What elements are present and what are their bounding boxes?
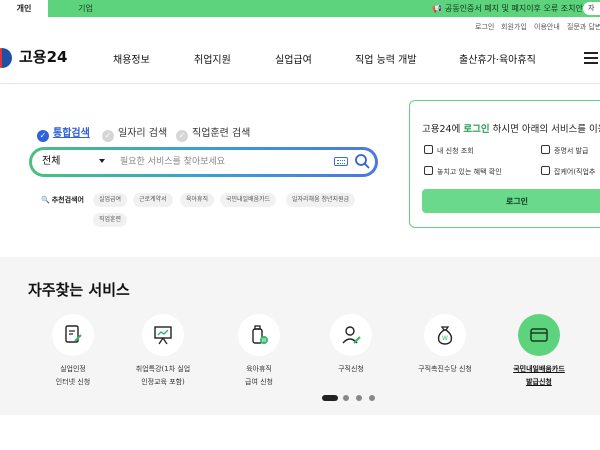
keyword-chip[interactable]: 국민내일배움카드 <box>220 193 277 207</box>
baby-bottle-icon[interactable]: W <box>238 314 280 356</box>
login-button[interactable]: 로그인 <box>422 189 600 213</box>
tab-label: 직업훈련 검색 <box>192 128 251 139</box>
recommended-label-text: 추천검색어 <box>51 196 84 204</box>
service-label-line: 취업특강(1차 실업 <box>135 365 191 373</box>
service-job-seeking-allowance[interactable]: 구직촉진수당 신청 <box>405 363 485 376</box>
nav-recruit[interactable]: 채용정보 <box>113 51 150 66</box>
keyword-chip[interactable]: 직업훈련 <box>93 213 128 227</box>
service-unemployment-recognition[interactable]: 실업인정 인터넷 신청 <box>33 363 113 389</box>
notice-text: 공동인증서 폐지 및 폐지이후 오류 조치안내 <box>444 4 591 13</box>
search-scope-select[interactable]: 전체 <box>42 150 60 174</box>
keyword-chip[interactable]: 일자리채움 청년지원금 <box>286 193 356 207</box>
service-label-line: 구직신청 <box>338 365 364 373</box>
caret-down-icon[interactable] <box>99 159 105 163</box>
service-employment-lecture[interactable]: 취업특강(1차 실업 인정교육 포함) <box>123 363 203 389</box>
service-label-line: 육아휴직 <box>246 365 272 373</box>
tab-personal[interactable]: 개인 <box>0 0 48 17</box>
nav-employment-support[interactable]: 취업지원 <box>194 51 231 66</box>
service-naeil-card[interactable]: 국민내일배움카드 발급신청 <box>499 363 579 389</box>
benefit-icon <box>424 166 433 175</box>
jobcare-icon <box>541 166 550 175</box>
taegeuk-logo-icon[interactable] <box>0 48 12 68</box>
card-icon[interactable] <box>518 314 560 356</box>
nav-parental-leave[interactable]: 출산휴가·육아휴직 <box>459 51 536 66</box>
link-label: 놓치고 있는 혜택 확인 <box>437 168 502 176</box>
carousel-dot[interactable] <box>322 395 338 401</box>
util-guide-link[interactable]: 이용안내 <box>534 22 560 32</box>
search-bar: 전체 <box>29 147 378 177</box>
tab-label: 통합검색 <box>53 128 90 139</box>
audience-bar: 개인 기업 📢 공동인증서 폐지 및 폐지이후 오류 조치안내 자 <box>0 0 600 17</box>
tab-training-search[interactable]: ✓ 직업훈련 검색 <box>176 124 250 142</box>
magnifier-icon: 🔍 <box>41 196 50 204</box>
keyword-chip[interactable]: 육아휴직 <box>180 193 215 207</box>
megaphone-icon: 📢 <box>432 4 442 13</box>
service-label-line: 실업인정 <box>60 365 86 373</box>
service-parental-leave-benefit[interactable]: 육아휴직 급여 신청 <box>219 363 299 389</box>
tab-company[interactable]: 기업 <box>48 0 123 17</box>
util-login-link[interactable]: 로그인 <box>475 22 494 32</box>
notice-more-button[interactable]: 자 <box>583 2 600 15</box>
svg-text:W: W <box>442 335 448 342</box>
search-icon[interactable] <box>354 153 370 169</box>
keyword-chip[interactable]: 실업급여 <box>93 193 128 207</box>
carousel-dot[interactable] <box>356 395 362 401</box>
notice-banner[interactable]: 📢 공동인증서 폐지 및 폐지이후 오류 조치안내 <box>432 0 590 17</box>
login-message-prefix: 고용24에 <box>422 124 464 135</box>
login-message-suffix: 하시면 아래의 서비스를 이용 <box>489 124 600 135</box>
jobcare-link[interactable]: 잡케어(직업추 <box>541 166 595 177</box>
check-circle-icon: ✓ <box>176 130 188 142</box>
carousel-dot[interactable] <box>343 395 349 401</box>
missed-benefits-link[interactable]: 놓치고 있는 혜택 확인 <box>424 166 502 177</box>
nav-unemployment-benefit[interactable]: 실업급여 <box>275 51 312 66</box>
service-label-line: 인정교육 포함) <box>141 378 185 386</box>
money-bag-icon[interactable]: W <box>424 314 466 356</box>
service-label-line: 급여 신청 <box>245 378 273 386</box>
hamburger-menu-icon[interactable] <box>584 52 598 64</box>
link-label: 증명서 발급 <box>554 147 589 155</box>
login-panel: 고용24에 로그인 하시면 아래의 서비스를 이용 내 신청 조회 증명서 발급… <box>409 100 600 228</box>
site-logo[interactable]: 고용24 <box>19 46 67 67</box>
login-message-highlight: 로그인 <box>463 124 490 135</box>
util-signup-link[interactable]: 회원가입 <box>501 22 527 32</box>
keyword-chip[interactable]: 근로계약서 <box>133 193 173 207</box>
recommended-keywords-label: 🔍 추천검색어 <box>41 195 84 205</box>
svg-text:W: W <box>262 338 267 344</box>
tab-job-search[interactable]: ✓ 일자리 검색 <box>102 124 167 142</box>
util-faq-link[interactable]: 질문과 답변 <box>567 22 600 32</box>
certificate-icon <box>541 145 550 154</box>
tab-label: 일자리 검색 <box>118 128 168 139</box>
person-pen-icon[interactable] <box>330 314 372 356</box>
check-circle-icon: ✓ <box>37 130 49 142</box>
link-label: 내 신청 조회 <box>437 147 474 155</box>
lecture-board-icon[interactable] <box>142 314 184 356</box>
tab-integrated-search[interactable]: ✓ 통합검색 <box>37 124 90 142</box>
document-pen-icon[interactable] <box>52 314 94 356</box>
service-label-line: 인터넷 신청 <box>55 378 91 386</box>
nav-divider <box>0 83 600 84</box>
my-application-link[interactable]: 내 신청 조회 <box>424 145 474 156</box>
certificate-link[interactable]: 증명서 발급 <box>541 145 588 156</box>
check-circle-icon: ✓ <box>102 130 114 142</box>
link-label: 잡케어(직업추 <box>554 168 596 176</box>
service-label-line: 국민내일배움카드 <box>513 365 565 373</box>
service-label-line: 발급신청 <box>526 378 552 386</box>
search-input[interactable] <box>120 150 320 174</box>
service-job-application[interactable]: 구직신청 <box>311 363 391 376</box>
frequent-services-title: 자주찾는 서비스 <box>28 281 130 299</box>
clipboard-icon <box>424 145 433 154</box>
keyboard-icon[interactable] <box>334 157 348 166</box>
login-message: 고용24에 로그인 하시면 아래의 서비스를 이용 <box>422 121 600 135</box>
service-label-line: 구직촉진수당 신청 <box>418 365 472 373</box>
frequent-services-section: 자주찾는 서비스 실업인정 인터넷 신청 취업특강(1차 실업 인정교육 포함)… <box>0 257 600 415</box>
nav-vocational-training[interactable]: 직업 능력 개발 <box>355 51 417 66</box>
carousel-dot[interactable] <box>369 395 375 401</box>
